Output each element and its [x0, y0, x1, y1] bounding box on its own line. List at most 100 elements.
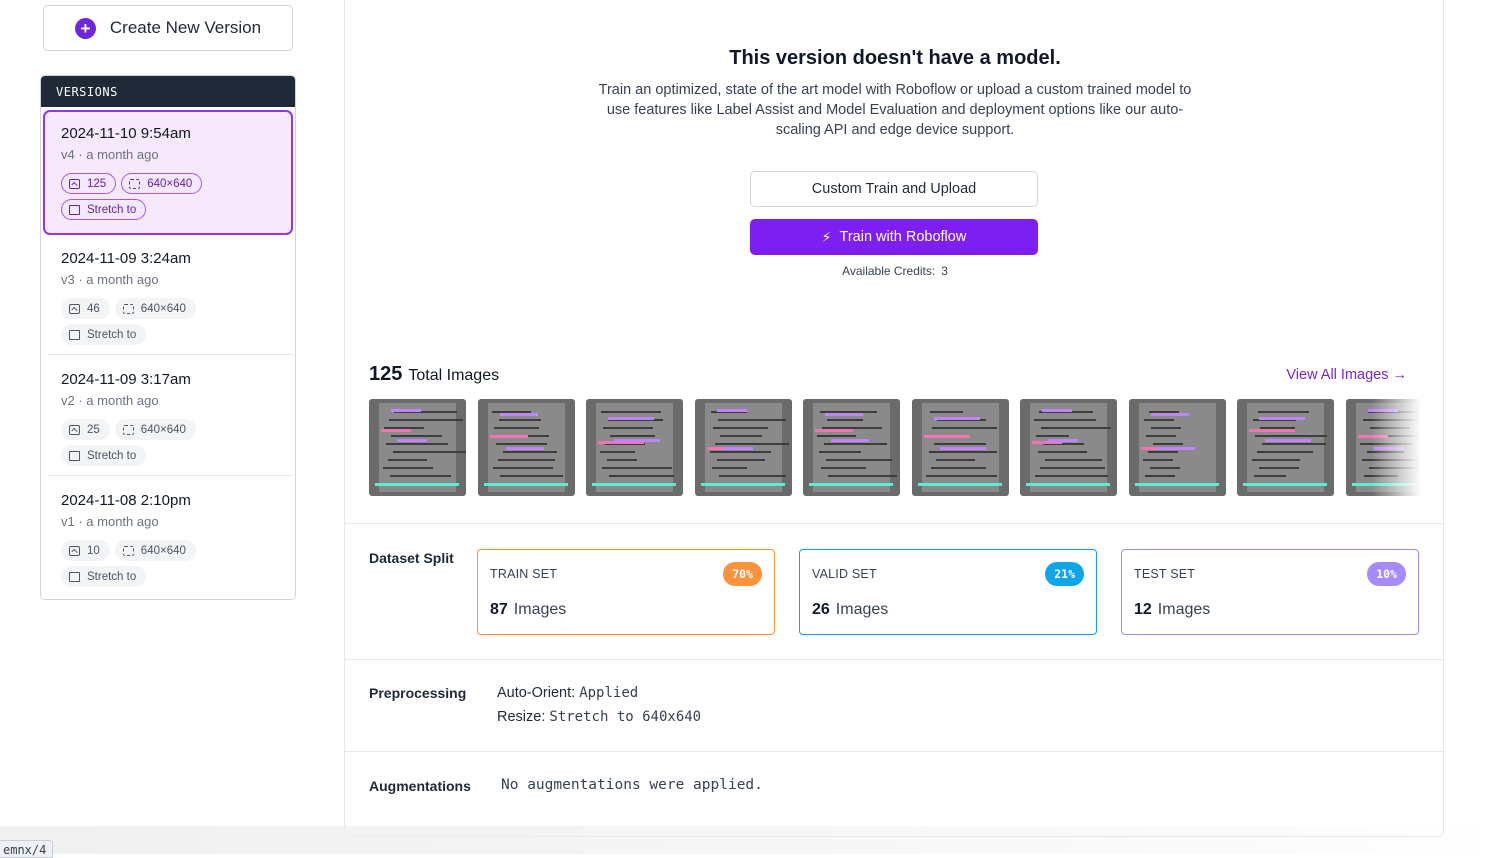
annotation-box: [1042, 409, 1072, 412]
receipt-text-line: [388, 459, 427, 461]
receipt-text-line: [714, 443, 789, 445]
receipt-text-line: [1366, 451, 1404, 453]
lightning-icon: ⚡: [821, 228, 832, 245]
receipt-text-line: [930, 467, 986, 469]
receipt-text-line: [1262, 443, 1326, 445]
annotation-box: [700, 483, 785, 486]
transform-badge: Stretch to: [61, 566, 147, 587]
train-with-roboflow-button[interactable]: ⚡ Train with Roboflow: [750, 219, 1038, 255]
receipt-text-line: [1257, 451, 1313, 453]
train-set-count: 87 Images: [490, 601, 567, 618]
receipt-text-line: [1363, 475, 1398, 477]
image-thumbnail[interactable]: [1345, 399, 1421, 496]
image-thumbnail[interactable]: [586, 399, 683, 496]
divider: [345, 523, 1443, 524]
valid-set-title: VALID SET: [812, 567, 877, 581]
version-item-v2[interactable]: 2024-11-09 3:17am v2 · a month ago 25 64…: [43, 356, 293, 476]
annotation-box: [1243, 483, 1327, 486]
receipt-text-line: [1254, 475, 1286, 477]
image-thumbnails: [369, 399, 1421, 496]
receipt-text-line: [1145, 435, 1176, 437]
receipt-text-line: [1041, 427, 1111, 429]
receipt-text-line: [1364, 435, 1421, 437]
custom-train-upload-button[interactable]: Custom Train and Upload: [750, 171, 1038, 207]
receipt-text-line: [1259, 467, 1299, 469]
annotation-box: [722, 447, 753, 450]
stretch-icon: [69, 204, 80, 215]
image-thumbnail[interactable]: [911, 399, 1009, 496]
transform-badge: Stretch to: [61, 445, 147, 466]
receipt-text-line: [1045, 459, 1102, 461]
image-thumbnail[interactable]: [1237, 399, 1334, 496]
receipt-image: [813, 403, 890, 492]
version-date: 2024-11-09 3:17am: [61, 371, 191, 388]
version-meta: v1 · a month ago: [61, 514, 159, 529]
receipt-text-line: [603, 427, 653, 429]
receipt-text-line: [709, 451, 771, 453]
annotation-box: [489, 435, 528, 438]
annotation-box: [592, 483, 676, 486]
receipt-text-line: [826, 459, 892, 461]
receipt-text-line: [1255, 435, 1327, 437]
receipt-text-line: [600, 451, 635, 453]
receipt-image: [1355, 403, 1421, 492]
image-size-badge: 640×640: [121, 173, 203, 194]
receipt-text-line: [717, 419, 786, 421]
receipt-text-line: [1367, 411, 1421, 413]
receipt-text-line: [1258, 411, 1309, 413]
receipt-image: [379, 403, 456, 492]
image-thumbnail[interactable]: [477, 399, 575, 496]
receipt-text-line: [1359, 443, 1413, 445]
image-thumbnail[interactable]: [694, 399, 792, 496]
augmentations-value: No augmentations were applied.: [501, 777, 763, 793]
receipt-text-line: [607, 459, 637, 461]
annotation-box: [1249, 429, 1295, 432]
receipt-text-line: [1368, 467, 1419, 469]
version-item-v4[interactable]: 2024-11-10 9:54am v4 · a month ago 125 6…: [43, 110, 293, 235]
image-thumbnail[interactable]: [803, 399, 900, 496]
annotation-box: [397, 439, 427, 442]
receipt-text-line: [718, 475, 786, 477]
image-thumbnail[interactable]: [1020, 399, 1117, 496]
image-size-badge: 640×640: [114, 298, 196, 319]
receipt-image: [1030, 403, 1107, 492]
receipt-text-line: [929, 411, 963, 413]
receipt-text-line: [601, 411, 661, 413]
image-thumbnail[interactable]: [1128, 399, 1226, 496]
available-credits: Available Credits: 3: [842, 264, 948, 278]
view-all-images-link[interactable]: View All Images →: [1286, 367, 1407, 383]
receipt-text-line: [498, 419, 541, 421]
image-count-badge: 25: [61, 419, 110, 440]
valid-set-percent-badge: 21%: [1045, 562, 1084, 586]
version-date: 2024-11-08 2:10pm: [61, 492, 191, 509]
resize-icon: [122, 545, 134, 556]
annotation-box: [1265, 439, 1311, 442]
receipt-text-line: [386, 443, 448, 445]
annotation-box: [815, 429, 853, 432]
annotation-box: [608, 417, 654, 420]
receipt-text-line: [935, 459, 975, 461]
receipt-text-line: [824, 443, 887, 445]
test-set-count: 12 Images: [1134, 601, 1211, 618]
annotation-box: [809, 483, 893, 486]
version-item-v1[interactable]: 2024-11-08 2:10pm v1 · a month ago 10 64…: [43, 477, 293, 597]
image-icon: [69, 545, 80, 556]
image-count-badge: 10: [61, 540, 110, 561]
annotation-box: [375, 483, 459, 486]
annotation-box: [1367, 409, 1398, 412]
receipt-text-line: [383, 467, 433, 469]
image-count-badge: 125: [61, 173, 117, 194]
divider: [345, 659, 1443, 660]
receipt-text-line: [495, 443, 547, 445]
status-url: emnx/4: [0, 840, 54, 858]
receipt-text-line: [391, 435, 442, 437]
annotation-box: [923, 435, 970, 438]
receipt-text-line: [1369, 427, 1410, 429]
version-item-v3[interactable]: 2024-11-09 3:24am v3 · a month ago 46 64…: [43, 235, 293, 355]
model-title: This version doesn't have a model.: [729, 47, 1061, 69]
image-thumbnail[interactable]: [369, 399, 466, 496]
receipt-text-line: [499, 475, 563, 477]
create-new-version-button[interactable]: + Create New Version: [43, 5, 293, 51]
version-date: 2024-11-09 3:24am: [61, 250, 191, 267]
preprocessing-label: Preprocessing: [369, 685, 467, 701]
